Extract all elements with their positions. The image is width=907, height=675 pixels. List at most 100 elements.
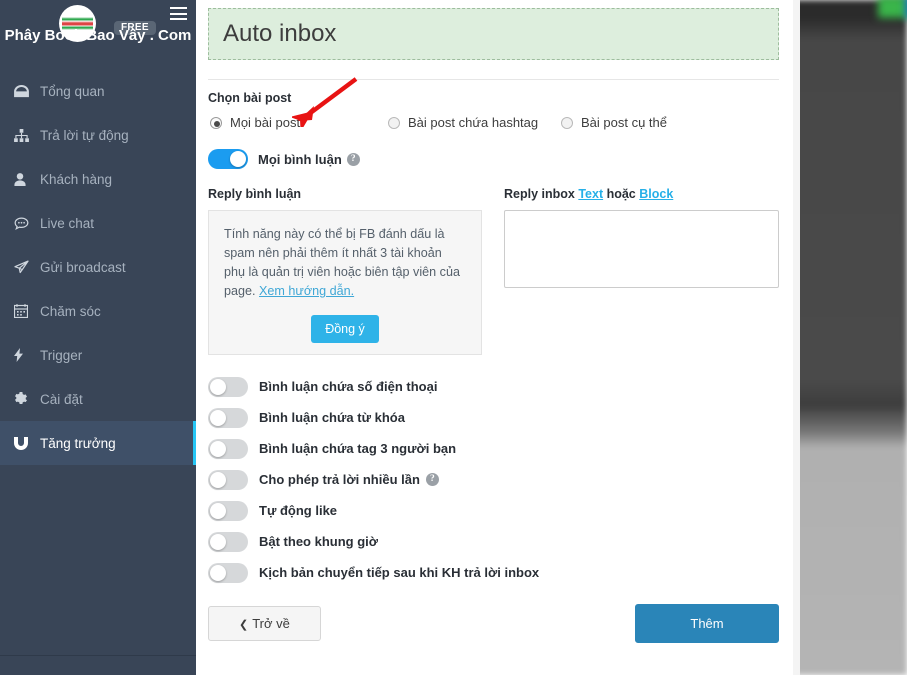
- sidebar-item-tra-loi-tu-dong[interactable]: Trả lời tự động: [0, 113, 196, 157]
- reply-comment-column: Reply bình luận Tính năng này có thể bị …: [208, 187, 482, 355]
- question-mark-icon[interactable]: ?: [425, 473, 439, 486]
- sidebar: FREE Phây Book Bao Vây . Com Tổng quan T…: [0, 0, 196, 675]
- blurred-background-strip: [793, 0, 907, 675]
- toggle-row-tag-friends-comment: Bình luận chứa tag 3 người bạn: [208, 433, 779, 464]
- sidebar-item-gui-broadcast[interactable]: Gửi broadcast: [0, 245, 196, 289]
- sidebar-header: FREE Phây Book Bao Vây . Com: [0, 0, 196, 62]
- toggle-keyword-comment[interactable]: [208, 407, 248, 428]
- radio-label: Bài post cụ thể: [581, 115, 667, 130]
- toggle-label: Bình luận chứa từ khóa: [259, 410, 405, 425]
- sidebar-item-label: Tăng trưởng: [40, 435, 116, 451]
- toggle-multi-reply[interactable]: [208, 469, 248, 490]
- sidebar-item-label: Khách hàng: [40, 171, 113, 187]
- sidebar-nav: Tổng quan Trả lời tự động Khách hàng Liv…: [0, 69, 196, 465]
- radio-indicator: [561, 116, 573, 129]
- reply-inbox-column: Reply inbox Text hoặc Block: [504, 187, 779, 355]
- toggle-label: Bình luận chứa tag 3 người bạn: [259, 441, 457, 456]
- all-comments-label: Mọi bình luận: [258, 151, 342, 167]
- agree-button-wrap: Đồng ý: [224, 315, 466, 343]
- reply-columns: Reply bình luận Tính năng này có thể bị …: [208, 187, 779, 355]
- all-comments-row: Mọi bình luận ?: [208, 149, 779, 169]
- sidebar-item-label: Gửi broadcast: [40, 259, 126, 275]
- toggle-label: Bật theo khung giờ: [259, 534, 379, 549]
- options-toggle-list: Bình luận chứa số điện thoại Bình luận c…: [208, 371, 779, 588]
- submit-button[interactable]: Thêm: [635, 604, 779, 643]
- sidebar-item-label: Live chat: [40, 215, 95, 231]
- toggle-row-forward-script: Kịch bản chuyển tiếp sau khi KH trả lời …: [208, 557, 779, 588]
- spam-notice-box: Tính năng này có thể bị FB đánh dấu là s…: [208, 210, 482, 355]
- sidebar-item-tang-truong[interactable]: Tăng trưởng: [0, 421, 196, 465]
- bolt-icon: [14, 348, 40, 362]
- sidebar-item-label: Cài đặt: [40, 391, 83, 407]
- user-icon: [14, 172, 40, 186]
- sidebar-item-cai-dat[interactable]: Cài đặt: [0, 377, 196, 421]
- toggle-row-multi-reply: Cho phép trả lời nhiều lần ?: [208, 464, 779, 495]
- post-select-label: Chọn bài post: [208, 91, 292, 105]
- toggle-row-keyword-comment: Bình luận chứa từ khóa: [208, 402, 779, 433]
- back-button-label: Trở về: [252, 616, 290, 631]
- radio-moi-bai-post[interactable]: Mọi bài post: [210, 115, 300, 130]
- reply-inbox-title: Reply inbox Text hoặc Block: [504, 187, 779, 201]
- paper-plane-icon: [14, 260, 40, 274]
- toggle-label: Bình luận chứa số điện thoại: [259, 379, 438, 394]
- all-comments-toggle[interactable]: [208, 149, 248, 169]
- toggle-auto-like[interactable]: [208, 500, 248, 521]
- agree-button[interactable]: Đồng ý: [311, 315, 379, 343]
- backdrop-left-edge: [793, 0, 800, 675]
- sidebar-item-trigger[interactable]: Trigger: [0, 333, 196, 377]
- form-footer: ❮ Trở về Thêm: [208, 604, 779, 643]
- back-button[interactable]: ❮ Trở về: [208, 606, 321, 641]
- toggle-label: Cho phép trả lời nhiều lần: [259, 472, 420, 487]
- toggle-label: Kịch bản chuyển tiếp sau khi KH trả lời …: [259, 565, 540, 580]
- backdrop-green-blob: [878, 0, 907, 18]
- toggle-row-schedule: Bật theo khung giờ: [208, 526, 779, 557]
- toggle-label-wrap: Cho phép trả lời nhiều lần ?: [259, 472, 439, 487]
- xem-huong-dan-link[interactable]: Xem hướng dẫn.: [259, 284, 354, 298]
- brand-title: Phây Book Bao Vây . Com: [4, 27, 192, 44]
- radio-bai-post-cu-the[interactable]: Bài post cụ thể: [561, 115, 667, 130]
- reply-inbox-title-prefix: Reply inbox: [504, 187, 579, 201]
- dashboard-icon: [14, 84, 40, 98]
- toggle-label: Tự động like: [259, 503, 338, 518]
- radio-indicator: [388, 116, 400, 129]
- toggle-phone-comment[interactable]: [208, 376, 248, 397]
- spam-notice-text: Tính năng này có thể bị FB đánh dấu là s…: [224, 225, 466, 301]
- toggle-schedule[interactable]: [208, 531, 248, 552]
- main-panel: Auto inbox Chọn bài post Mọi bài post Bà…: [196, 0, 793, 675]
- page-title: Auto inbox: [223, 20, 337, 47]
- sidebar-item-label: Trigger: [40, 347, 83, 363]
- sidebar-item-live-chat[interactable]: Live chat: [0, 201, 196, 245]
- sidebar-item-label: Tổng quan: [40, 83, 105, 99]
- radio-label: Bài post chứa hashtag: [408, 115, 539, 130]
- question-mark-icon[interactable]: ?: [346, 152, 360, 166]
- sidebar-divider: [0, 655, 196, 656]
- app-root: FREE Phây Book Bao Vây . Com Tổng quan T…: [0, 0, 907, 675]
- radio-bai-post-chua-hashtag[interactable]: Bài post chứa hashtag: [388, 115, 538, 130]
- all-comments-label-wrap: Mọi bình luận ?: [258, 152, 360, 167]
- page-title-banner: Auto inbox: [208, 8, 779, 60]
- toggle-row-phone-comment: Bình luận chứa số điện thoại: [208, 371, 779, 402]
- sidebar-item-cham-soc[interactable]: Chăm sóc: [0, 289, 196, 333]
- reply-inbox-textarea[interactable]: [504, 210, 779, 288]
- sidebar-item-label: Chăm sóc: [40, 303, 101, 319]
- toggle-row-auto-like: Tự động like: [208, 495, 779, 526]
- toggle-forward-script[interactable]: [208, 562, 248, 583]
- toggle-tag-friends-comment[interactable]: [208, 438, 248, 459]
- reply-inbox-title-middle: hoặc: [603, 187, 640, 201]
- radio-indicator: [210, 116, 222, 129]
- magnet-icon: [14, 436, 40, 450]
- backdrop-gradient: [793, 0, 907, 675]
- calendar-icon: [14, 304, 40, 318]
- gear-icon: [14, 392, 40, 406]
- reply-inbox-block-link[interactable]: Block: [639, 187, 673, 201]
- hamburger-icon[interactable]: [170, 7, 187, 20]
- sitemap-icon: [14, 128, 40, 142]
- sidebar-item-label: Trả lời tự động: [40, 127, 129, 143]
- sidebar-item-tong-quan[interactable]: Tổng quan: [0, 69, 196, 113]
- sidebar-item-khach-hang[interactable]: Khách hàng: [0, 157, 196, 201]
- radio-label: Mọi bài post: [230, 115, 301, 130]
- chevron-left-icon: ❮: [239, 619, 249, 631]
- post-select-radio-group: Mọi bài post Bài post chứa hashtag Bài p…: [208, 77, 779, 135]
- reply-inbox-text-link[interactable]: Text: [578, 187, 603, 201]
- section-divider: [208, 79, 779, 80]
